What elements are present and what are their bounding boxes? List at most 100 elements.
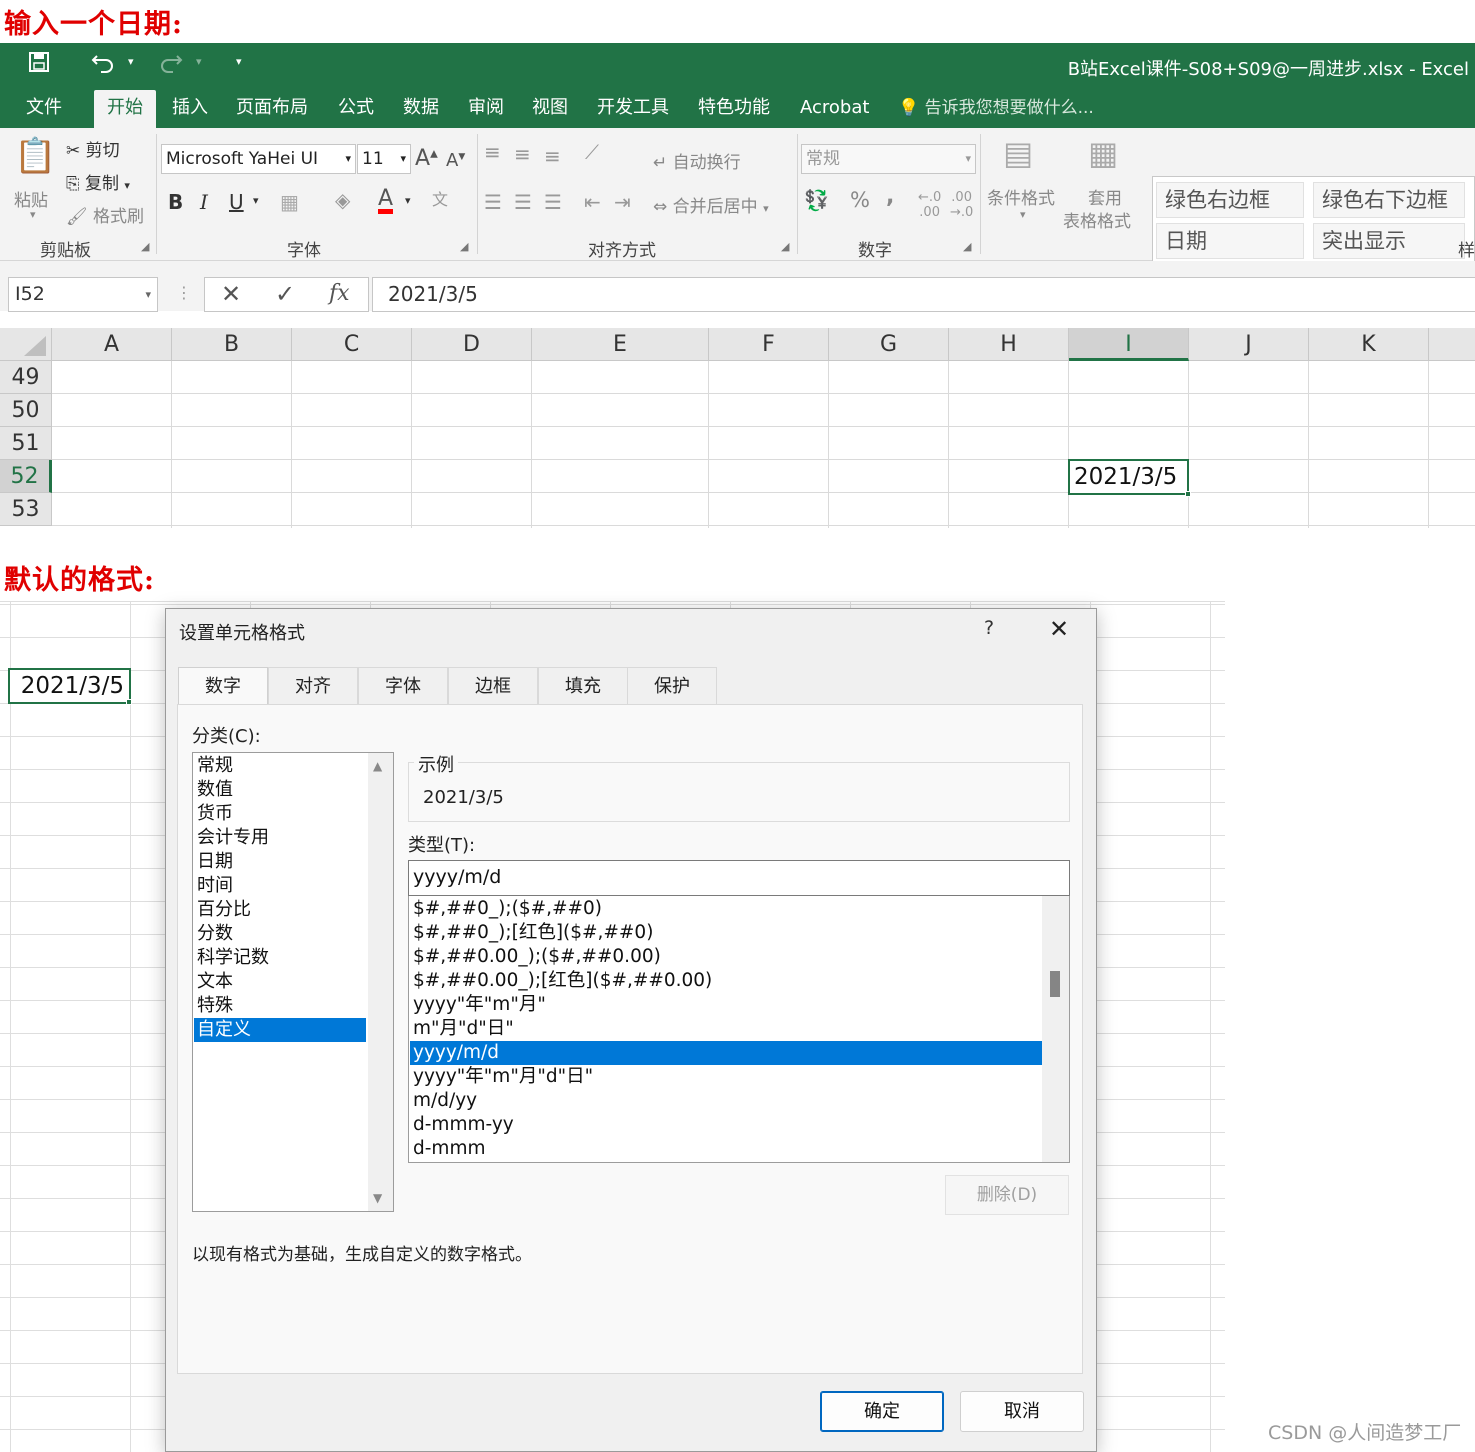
list-item[interactable]: $#,##0_);[红色]($#,##0) xyxy=(410,921,1042,945)
ok-button[interactable]: 确定 xyxy=(820,1391,944,1432)
orientation-icon[interactable]: ⟋ xyxy=(585,140,599,164)
enter-icon[interactable]: ✓ xyxy=(275,280,295,308)
bold-button[interactable]: B xyxy=(168,190,183,214)
borders-icon[interactable]: ▦ xyxy=(280,190,299,214)
align-top-icon[interactable]: ≡ xyxy=(484,140,501,164)
list-item[interactable]: d-mmm xyxy=(410,1137,1042,1161)
paste-icon[interactable]: 📋 xyxy=(14,136,56,176)
list-item[interactable]: $#,##0.00_);($#,##0.00) xyxy=(410,945,1042,969)
row-header[interactable]: 49 xyxy=(0,361,52,394)
style-green-bottom-right-border[interactable]: 绿色右下边框 xyxy=(1313,182,1465,218)
font-launcher-icon[interactable]: ◢ xyxy=(460,240,468,253)
phonetic-icon[interactable]: 文 xyxy=(432,186,448,210)
delete-button[interactable]: 删除(D) xyxy=(945,1175,1069,1215)
column-header[interactable]: E xyxy=(532,328,709,361)
undo-dropdown-icon[interactable]: ▾ xyxy=(128,55,134,68)
wrap-text-button[interactable]: ↵ 自动换行 xyxy=(653,148,741,173)
column-header-selected[interactable]: I xyxy=(1069,328,1189,361)
list-item[interactable]: 数值 xyxy=(194,778,366,802)
tab-review[interactable]: 审阅 xyxy=(462,90,510,128)
row-header[interactable]: 53 xyxy=(0,493,52,526)
format-painter-button[interactable]: 🖌 格式刷 xyxy=(66,202,144,227)
number-launcher-icon[interactable]: ◢ xyxy=(963,240,971,253)
align-bottom-icon[interactable]: ≡ xyxy=(544,144,561,168)
conditional-format-icon[interactable]: ▤ xyxy=(1003,134,1033,172)
column-header[interactable]: D xyxy=(412,328,532,361)
row-header[interactable]: 50 xyxy=(0,394,52,427)
formula-input[interactable]: 2021/3/5 xyxy=(372,277,1475,312)
cancel-icon[interactable]: ✕ xyxy=(221,280,241,308)
style-highlight[interactable]: 突出显示 xyxy=(1313,223,1465,259)
row-header-selected[interactable]: 52 xyxy=(0,460,52,493)
list-item[interactable]: 时间 xyxy=(194,874,366,898)
list-item[interactable]: yyyy"年"m"月" xyxy=(410,993,1042,1017)
column-header-partial[interactable] xyxy=(1429,328,1475,361)
underline-dropdown-icon[interactable]: ▾ xyxy=(253,194,259,207)
scroll-thumb[interactable] xyxy=(1050,971,1060,997)
category-scrollbar[interactable]: ▲ ▼ xyxy=(368,753,393,1211)
align-left-icon[interactable]: ☰ xyxy=(484,190,502,214)
format-scrollbar[interactable] xyxy=(1042,896,1069,1162)
align-right-icon[interactable]: ☰ xyxy=(544,190,562,214)
cut-button[interactable]: ✂ 剪切 xyxy=(66,136,120,161)
help-button[interactable]: ? xyxy=(984,617,994,639)
category-list[interactable]: 常规 数值 货币 会计专用 日期 时间 百分比 分数 科学记数 文本 特殊 自定… xyxy=(192,752,394,1212)
list-item[interactable]: 分数 xyxy=(194,922,366,946)
redo-dropdown-icon[interactable]: ▾ xyxy=(196,55,202,68)
tab-file[interactable]: 文件 xyxy=(20,90,68,128)
column-header[interactable]: J xyxy=(1189,328,1309,361)
close-icon[interactable]: ✕ xyxy=(1049,615,1069,643)
tab-font[interactable]: 字体 xyxy=(358,667,448,705)
list-item[interactable]: 会计专用 xyxy=(194,826,366,850)
tab-developer[interactable]: 开发工具 xyxy=(591,90,675,128)
underline-button[interactable]: U xyxy=(229,190,244,214)
column-header[interactable]: B xyxy=(172,328,292,361)
tab-acrobat[interactable]: Acrobat xyxy=(794,90,875,128)
tab-home[interactable]: 开始 xyxy=(94,90,156,128)
list-item[interactable]: yyyy"年"m"月"d"日" xyxy=(410,1065,1042,1089)
list-item-selected[interactable]: 自定义 xyxy=(194,1018,366,1042)
alignment-launcher-icon[interactable]: ◢ xyxy=(781,240,789,253)
cancel-button[interactable]: 取消 xyxy=(960,1391,1084,1432)
paste-dropdown-icon[interactable]: ▾ xyxy=(30,208,36,221)
format-list[interactable]: $#,##0_);($#,##0) $#,##0_);[红色]($#,##0) … xyxy=(408,896,1070,1163)
list-item[interactable]: 货币 xyxy=(194,802,366,826)
insert-function-icon[interactable]: fx xyxy=(329,281,350,306)
list-item[interactable]: m/d/yy xyxy=(410,1089,1042,1113)
list-item[interactable]: 常规 xyxy=(194,754,366,778)
list-item[interactable]: d-mmm-yy xyxy=(410,1113,1042,1137)
tab-protection[interactable]: 保护 xyxy=(627,667,717,705)
name-box[interactable]: I52 ▾ xyxy=(8,277,158,312)
fill-handle[interactable] xyxy=(126,699,132,705)
type-input[interactable]: yyyy/m/d xyxy=(408,860,1070,896)
undo-icon[interactable] xyxy=(88,51,118,81)
align-center-icon[interactable]: ☰ xyxy=(514,190,532,214)
column-header[interactable]: F xyxy=(709,328,829,361)
tab-special[interactable]: 特色功能 xyxy=(692,90,776,128)
column-header[interactable]: A xyxy=(52,328,172,361)
decrease-indent-icon[interactable]: ⇤ xyxy=(584,190,601,214)
table-format-label-2[interactable]: 表格格式 xyxy=(1063,207,1131,232)
column-header[interactable]: K xyxy=(1309,328,1429,361)
tell-me-search[interactable]: 💡 告诉我您想要做什么... xyxy=(898,90,1094,128)
font-color-icon[interactable]: A xyxy=(378,186,394,214)
percent-button[interactable]: % xyxy=(850,188,870,212)
list-item[interactable]: m"月"d"日" xyxy=(410,1017,1042,1041)
font-size-select[interactable]: 11 ▾ xyxy=(357,144,411,174)
tab-view[interactable]: 视图 xyxy=(526,90,574,128)
number-format-select[interactable]: 常规 ▾ xyxy=(801,144,976,174)
list-item[interactable]: 文本 xyxy=(194,970,366,994)
merge-center-button[interactable]: ⇔ 合并后居中 ▾ xyxy=(653,192,769,217)
style-green-right-border[interactable]: 绿色右边框 xyxy=(1156,182,1304,218)
increase-decimal-icon[interactable]: ←.0.00 xyxy=(918,190,941,220)
increase-indent-icon[interactable]: ⇥ xyxy=(614,190,631,214)
tab-number[interactable]: 数字 xyxy=(178,667,268,707)
decrease-decimal-icon[interactable]: .00 →.0 xyxy=(950,190,973,220)
align-middle-icon[interactable]: ≡ xyxy=(514,142,531,166)
list-item[interactable]: 科学记数 xyxy=(194,946,366,970)
list-item[interactable]: 百分比 xyxy=(194,898,366,922)
accounting-format-icon[interactable]: 💱 xyxy=(804,188,829,212)
style-date[interactable]: 日期 xyxy=(1156,223,1304,259)
decrease-font-icon[interactable]: A▼ xyxy=(446,150,465,171)
tab-fill[interactable]: 填充 xyxy=(538,667,628,705)
